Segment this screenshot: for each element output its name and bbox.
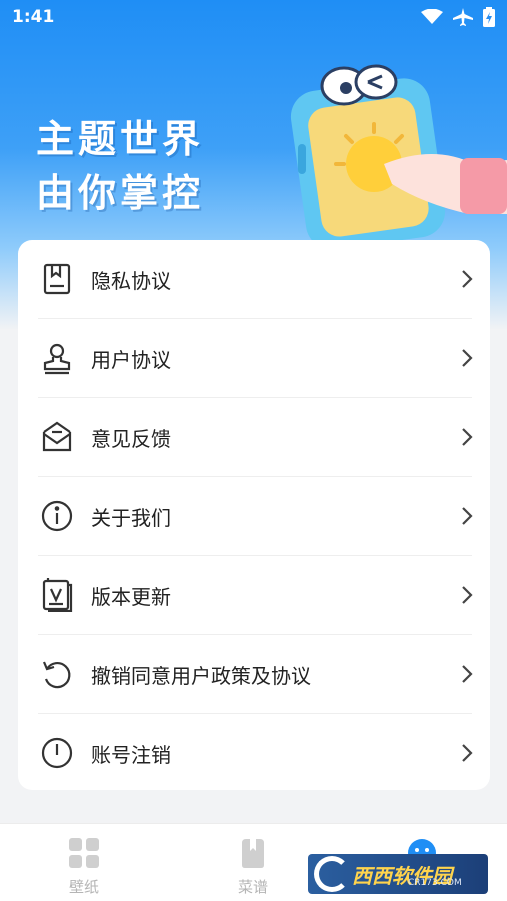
info-icon: [40, 499, 74, 533]
tab-label: 壁纸: [68, 878, 99, 896]
tab-label: 菜谱: [237, 878, 268, 896]
chevron-right-icon: [460, 426, 474, 448]
user-stamp-icon: [40, 341, 74, 375]
chevron-right-icon: [460, 663, 474, 685]
watermark-subtext: CR173.COM: [408, 878, 462, 888]
menu-item-label: 隐私协议: [91, 269, 171, 293]
menu-item-user-agreement[interactable]: 用户协议: [18, 319, 490, 398]
slogan-line2: 由你掌控: [36, 171, 205, 215]
settings-menu-card: 隐私协议 用户协议 意见反馈 关于我们 版本更新 撤销同意用户政策及协议 账号注…: [18, 240, 490, 790]
chevron-right-icon: [460, 584, 474, 606]
status-time: 1:41: [12, 7, 55, 27]
chevron-right-icon: [460, 742, 474, 764]
menu-item-label: 版本更新: [91, 585, 171, 609]
menu-item-delete-account[interactable]: 账号注销: [18, 714, 490, 793]
revoke-icon: [40, 657, 74, 691]
wifi-icon: [421, 9, 443, 25]
tab-recipe[interactable]: 菜谱: [193, 824, 313, 901]
slogan-line1: 主题世界: [36, 117, 205, 161]
menu-item-label: 用户协议: [91, 348, 171, 372]
wallpaper-grid-icon: [68, 837, 100, 869]
menu-item-version-update[interactable]: 版本更新: [18, 556, 490, 635]
tab-wallpaper[interactable]: 壁纸: [24, 824, 144, 901]
menu-item-revoke-consent[interactable]: 撤销同意用户政策及协议: [18, 635, 490, 714]
menu-item-label: 撤销同意用户政策及协议: [91, 664, 311, 688]
power-icon: [40, 736, 74, 770]
menu-item-label: 意见反馈: [91, 427, 171, 451]
slogan: 主题世界 由你掌控: [36, 112, 204, 220]
airplane-icon: [453, 8, 473, 26]
feedback-envelope-icon: [40, 420, 74, 454]
phone-mascot-illustration: [284, 64, 507, 250]
privacy-doc-icon: [40, 262, 74, 296]
watermark-logo-icon: [314, 856, 350, 892]
menu-item-privacy-policy[interactable]: 隐私协议: [18, 240, 490, 319]
menu-item-about-us[interactable]: 关于我们: [18, 477, 490, 556]
site-watermark: 西西软件园 CR173.COM: [308, 854, 488, 894]
chevron-right-icon: [460, 268, 474, 290]
menu-item-feedback[interactable]: 意见反馈: [18, 398, 490, 477]
menu-item-label: 账号注销: [91, 743, 171, 767]
status-bar: 1:41: [0, 0, 507, 34]
battery-charging-icon: [483, 7, 495, 27]
chevron-right-icon: [460, 505, 474, 527]
update-icon: [40, 578, 74, 613]
menu-item-label: 关于我们: [91, 506, 171, 530]
recipe-box-icon: [237, 837, 269, 869]
chevron-right-icon: [460, 347, 474, 369]
